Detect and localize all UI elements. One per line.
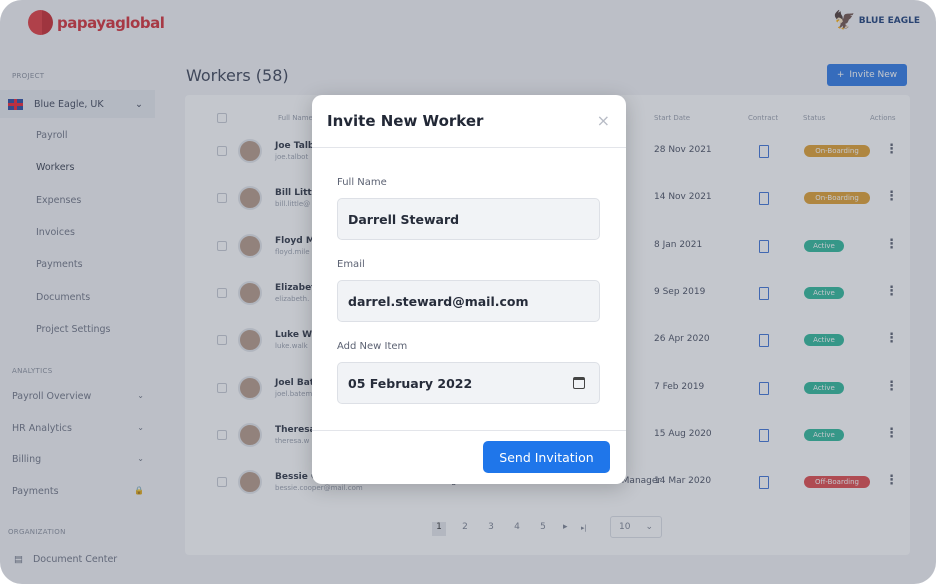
full-name-input[interactable]: Darrell Steward <box>337 198 600 240</box>
calendar-icon[interactable] <box>573 377 585 389</box>
email-input[interactable]: darrel.steward@mail.com <box>337 280 600 322</box>
close-icon[interactable]: × <box>597 111 610 130</box>
email-label: Email <box>337 259 365 270</box>
divider <box>312 430 626 431</box>
full-name-label: Full Name <box>337 177 387 188</box>
invite-worker-modal: Invite New Worker × Full Name Darrell St… <box>312 95 626 484</box>
divider <box>312 147 626 148</box>
date-input[interactable]: 05 February 2022 <box>337 362 600 404</box>
send-invitation-button[interactable]: Send Invitation <box>483 441 610 473</box>
app-frame: papayaglobal 🦅 BLUE EAGLE PROJECT Blue Ea… <box>0 0 936 584</box>
date-label: Add New Item <box>337 341 408 352</box>
modal-title: Invite New Worker <box>327 112 484 130</box>
